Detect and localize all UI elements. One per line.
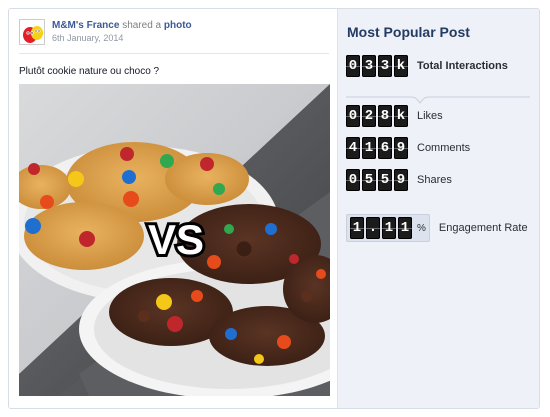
counter-digit: 4 [346, 137, 360, 159]
counter-digit: 3 [362, 55, 376, 77]
post-meta: M&M's France shared a photo 6th January,… [52, 19, 192, 45]
percent-sign: % [417, 222, 426, 234]
svg-text:VS: VS [148, 216, 204, 263]
counter-digit: 1 [382, 217, 396, 239]
post-message: Plutôt cookie nature ou choco ? [19, 66, 160, 77]
stats-title: Most Popular Post [347, 24, 470, 40]
comments-counter: 4 1 6 9 [346, 137, 408, 159]
counter-digit: 2 [362, 105, 376, 127]
counter-digit: 3 [378, 55, 392, 77]
vs-overlay: VS [145, 213, 207, 266]
counter-digit: k [394, 55, 408, 77]
counter-digit: k [394, 105, 408, 127]
post-preview: M&M's France shared a photo 6th January,… [9, 9, 337, 408]
counter-digit: 5 [378, 169, 392, 191]
counter-digit: 0 [346, 105, 360, 127]
counter-digit: . [366, 217, 380, 239]
cookies-vs-photo: VS [19, 84, 330, 396]
likes-counter: 0 2 8 k [346, 105, 408, 127]
shares-label: Shares [417, 174, 452, 186]
total-interactions-label: Total Interactions [417, 60, 508, 72]
header-divider [19, 53, 329, 54]
photo-link[interactable]: photo [164, 20, 192, 31]
counter-digit: 0 [346, 55, 360, 77]
post-header: M&M's France shared a photo 6th January,… [19, 19, 329, 51]
counter-digit: 5 [362, 169, 376, 191]
post-photo[interactable]: VS [19, 84, 330, 396]
shares-row: 0 5 5 9 Shares [346, 167, 452, 193]
engagement-rate-row: 1 . 1 1 % Engagement Rate [346, 214, 528, 242]
likes-row: 0 2 8 k Likes [346, 103, 443, 129]
counter-digit: 1 [362, 137, 376, 159]
counter-digit: 9 [394, 137, 408, 159]
page-name-link[interactable]: M&M's France [52, 20, 119, 31]
counter-digit: 1 [350, 217, 364, 239]
counter-digit: 9 [394, 169, 408, 191]
engagement-rate-label: Engagement Rate [438, 222, 528, 234]
counter-digit: 6 [378, 137, 392, 159]
post-date[interactable]: 6th January, 2014 [52, 32, 192, 45]
counter-digit: 0 [346, 169, 360, 191]
page-avatar[interactable] [19, 19, 45, 45]
total-interactions-counter: 0 3 3 k [346, 55, 408, 77]
engagement-rate-counter: 1 . 1 1 % [346, 214, 430, 242]
post-card: M&M's France shared a photo 6th January,… [8, 8, 540, 409]
mm-character-icon [20, 20, 44, 44]
comments-row: 4 1 6 9 Comments [346, 135, 470, 161]
likes-label: Likes [417, 110, 443, 122]
counter-digit: 1 [398, 217, 412, 239]
counter-digit: 8 [378, 105, 392, 127]
shares-counter: 0 5 5 9 [346, 169, 408, 191]
shared-text: shared a [122, 20, 162, 31]
total-interactions-row: 0 3 3 k Total Interactions [346, 53, 508, 79]
comments-label: Comments [417, 142, 471, 154]
stats-panel: Most Popular Post 0 3 3 k Total Interact… [337, 9, 539, 408]
